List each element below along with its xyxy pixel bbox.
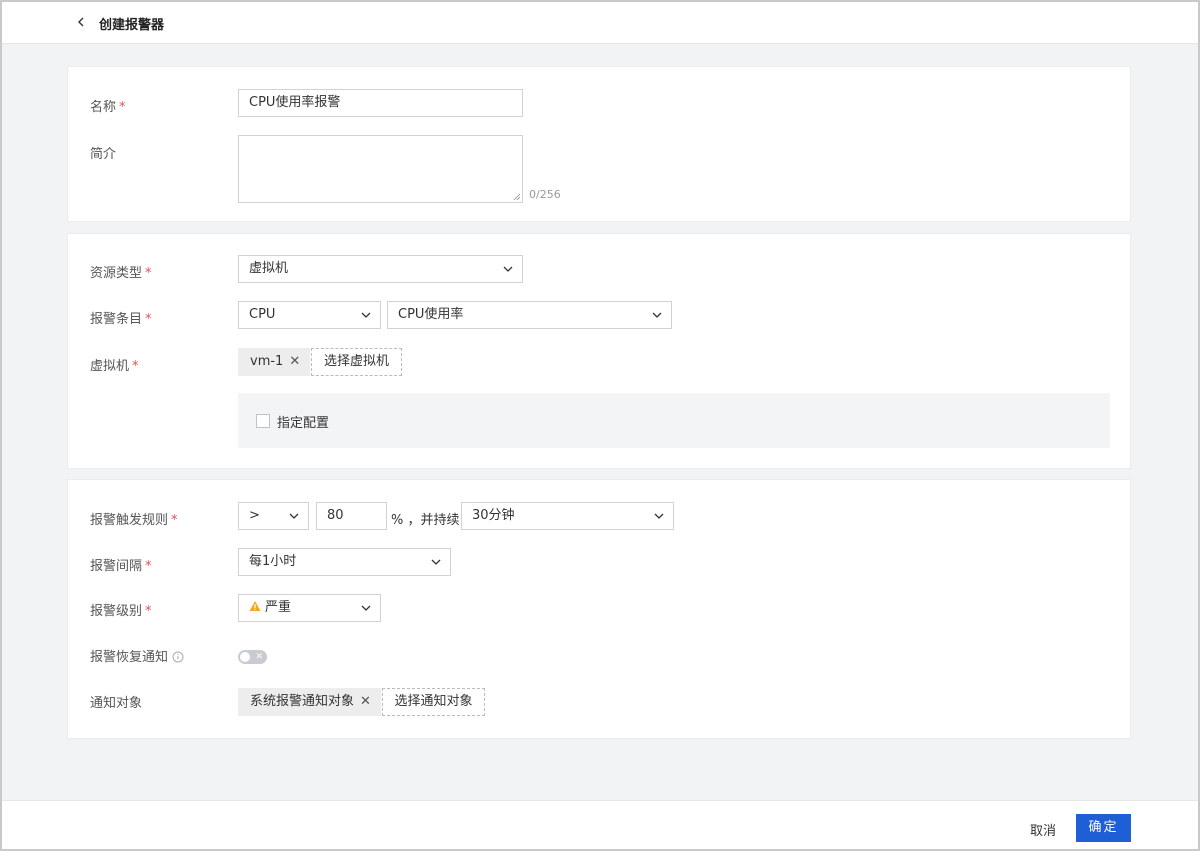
page-title: 创建报警器 [99, 18, 165, 33]
threshold-unit-text: % ，并持续 [391, 513, 460, 528]
alarm-item-metric-value: CPU使用率 [398, 307, 464, 322]
specify-config-checkbox[interactable] [256, 414, 270, 428]
name-input[interactable]: CPU使用率报警 [238, 89, 523, 117]
operator-value: > [249, 508, 260, 523]
specify-config-panel: 指定配置 [238, 393, 1110, 448]
select-vm-button[interactable]: 选择虚拟机 [311, 348, 402, 376]
notify-target-tag-label: 系统报警通知对象 [250, 694, 355, 709]
alarm-level-select[interactable]: 严重 [238, 594, 381, 622]
close-icon[interactable]: ✕ [289, 348, 300, 376]
page-footer: 取消 确定 [2, 800, 1198, 849]
chevron-down-icon [289, 513, 299, 519]
alarm-interval-select[interactable]: 每1小时 [238, 548, 451, 576]
name-input-value: CPU使用率报警 [249, 95, 341, 110]
resize-grip-icon[interactable] [513, 193, 521, 201]
alarm-item-category-select[interactable]: CPU [238, 301, 381, 329]
trigger-rule-label: 报警触发规则 * [90, 513, 178, 528]
toggle-knob [240, 652, 250, 662]
alarm-rules-card: 报警触发规则 * > 80 % ，并持续 30分钟 报警间隔 * 每1小时 报警级别… [67, 479, 1131, 739]
threshold-value: 80 [327, 508, 344, 523]
alarm-level-value: 严重 [265, 600, 292, 615]
vm-tag-label: vm-1 [250, 354, 284, 369]
required-mark: * [119, 100, 126, 115]
resource-type-label: 资源类型 * [90, 266, 152, 281]
chevron-down-icon [503, 266, 513, 272]
alarm-level-label: 报警级别 * [90, 604, 152, 619]
description-counter: 0/256 [529, 188, 561, 201]
close-icon[interactable]: ✕ [360, 688, 371, 716]
chevron-down-icon [652, 312, 662, 318]
duration-select[interactable]: 30分钟 [461, 502, 674, 530]
alarm-item-label: 报警条目 * [90, 312, 152, 327]
description-textarea[interactable] [238, 135, 523, 203]
toggle-off-icon: ✕ [255, 652, 263, 662]
alarm-interval-value: 每1小时 [249, 554, 297, 569]
vm-tag: vm-1 ✕ [238, 348, 311, 376]
chevron-left-icon[interactable] [74, 15, 88, 29]
operator-select[interactable]: > [238, 502, 309, 530]
chevron-down-icon [654, 513, 664, 519]
chevron-down-icon [361, 605, 371, 611]
info-icon[interactable] [172, 651, 184, 663]
resource-type-select[interactable]: 虚拟机 [238, 255, 523, 283]
notify-target-label: 通知对象 [90, 696, 143, 711]
notify-target-tag: 系统报警通知对象 ✕ [238, 688, 381, 716]
threshold-input[interactable]: 80 [316, 502, 387, 530]
window-frame: 创建报警器 名称 * CPU使用率报警 简介 0/256 资源类型 * 虚拟机 报警… [0, 0, 1200, 851]
duration-value: 30分钟 [472, 508, 515, 523]
chevron-down-icon [431, 559, 441, 565]
cancel-button[interactable]: 取消 [1030, 820, 1056, 839]
chevron-down-icon [361, 312, 371, 318]
resource-type-value: 虚拟机 [249, 261, 289, 276]
basic-info-card: 名称 * CPU使用率报警 简介 0/256 [67, 66, 1131, 222]
page-header: 创建报警器 [2, 2, 1198, 44]
confirm-button[interactable]: 确定 [1076, 814, 1131, 842]
resource-card: 资源类型 * 虚拟机 报警条目 * CPU CPU使用率 虚拟机 * vm-1 ✕ 选择… [67, 233, 1131, 469]
name-label: 名称 * [90, 100, 126, 115]
warning-icon [249, 601, 261, 611]
alarm-item-metric-select[interactable]: CPU使用率 [387, 301, 672, 329]
recovery-notify-toggle[interactable]: ✕ [238, 650, 267, 664]
specify-config-label: 指定配置 [277, 416, 330, 431]
recovery-notify-label: 报警恢复通知 [90, 646, 184, 665]
alarm-interval-label: 报警间隔 * [90, 559, 152, 574]
description-label: 简介 [90, 147, 117, 162]
alarm-item-category-value: CPU [249, 307, 276, 322]
vm-label: 虚拟机 * [90, 359, 139, 374]
select-notify-target-button[interactable]: 选择通知对象 [382, 688, 485, 716]
